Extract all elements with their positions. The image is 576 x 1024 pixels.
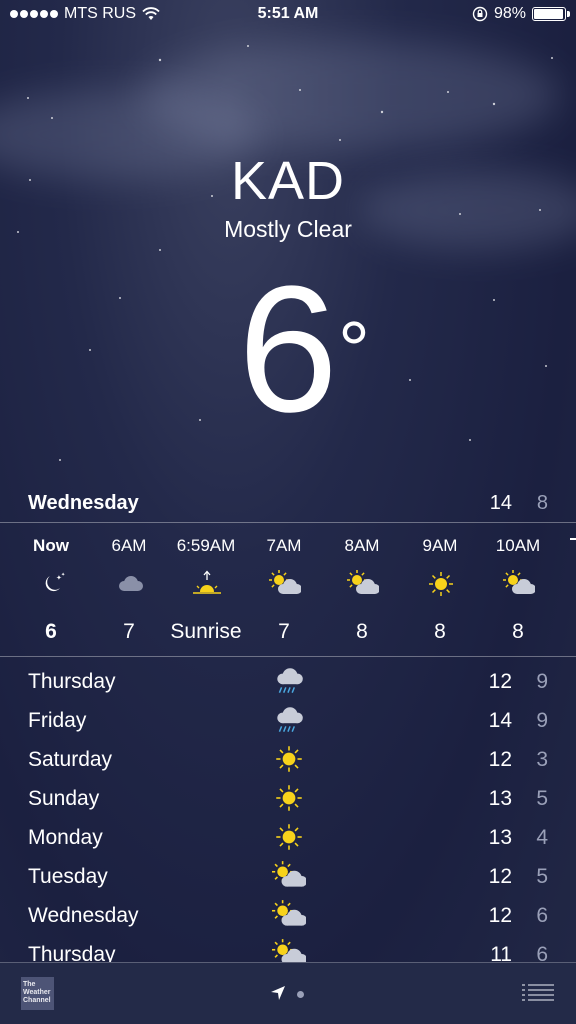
daily-row: Sunday 13 5 (28, 779, 548, 818)
today-summary: Wednesday 14 8 (28, 488, 548, 520)
hourly-forecast[interactable]: Now ✦ ✦ 6 6AM 7 6:59AM Sunrise 7AM 7 8AM… (0, 524, 576, 656)
hourly-value: 7 (278, 620, 290, 643)
status-right: 98% (472, 5, 570, 23)
daily-low: 5 (536, 865, 548, 888)
hourly-value: 8 (356, 620, 368, 643)
partly-cloudy-icon (347, 570, 379, 594)
daily-day: Friday (28, 709, 87, 732)
daily-day: Sunday (28, 787, 100, 810)
sun-icon (276, 746, 302, 772)
daily-row: Wednesday 12 6 (28, 896, 548, 935)
daily-row: Thursday 11 6 (28, 935, 548, 962)
bottom-toolbar: The Weather Channel (0, 962, 576, 1024)
daily-low: 3 (536, 748, 548, 771)
hourly-value: Sunrise (170, 620, 242, 643)
daily-low: 6 (536, 943, 548, 962)
partly-cloudy-icon (503, 570, 535, 594)
daily-day: Thursday (28, 670, 116, 693)
today-day: Wednesday (28, 492, 139, 514)
hourly-time: 6:59AM (176, 536, 236, 555)
daily-forecast[interactable]: Thursday 12 9 Friday 14 9 Saturday 12 3 … (28, 662, 548, 962)
daily-high: 12 (488, 904, 512, 927)
daily-row: Thursday 12 9 (28, 662, 548, 701)
moon-stars-icon: ✦ ✦ (45, 572, 65, 592)
weather-channel-logo[interactable]: The Weather Channel (21, 977, 54, 1010)
hourly-value: 8 (512, 620, 524, 643)
partly-cloudy-icon (272, 900, 306, 926)
daily-day: Wednesday (28, 904, 139, 927)
hourly-time: 10AM (495, 536, 541, 555)
status-bar: MTS RUS 5:51 AM 98% (0, 0, 576, 30)
daily-day: Thursday (28, 943, 116, 962)
divider (0, 522, 576, 523)
hourly-time: 7AM (266, 536, 302, 555)
sun-icon (276, 824, 302, 850)
sun-icon (429, 572, 453, 596)
hourly-time: 9AM (422, 536, 458, 555)
daily-low: 9 (536, 670, 548, 693)
daily-high: 11 (490, 943, 512, 962)
rain-icon (277, 707, 303, 732)
daily-day: Saturday (28, 748, 113, 771)
daily-high: 14 (488, 709, 512, 732)
partly-cloudy-icon (272, 939, 306, 962)
today-high: 14 (489, 492, 512, 514)
today-low: 8 (536, 492, 548, 514)
location-arrow-icon[interactable] (270, 985, 286, 1001)
divider (0, 656, 576, 657)
daily-row: Saturday 12 3 (28, 740, 548, 779)
rain-icon (277, 668, 303, 693)
daily-high: 13 (488, 826, 512, 849)
weather-condition: Mostly Clear (224, 216, 352, 242)
partly-cloudy-icon (269, 570, 301, 594)
daily-low: 9 (536, 709, 548, 732)
daily-high: 12 (488, 670, 512, 693)
daily-high: 12 (488, 865, 512, 888)
daily-row: Friday 14 9 (28, 701, 548, 740)
degree-symbol: ° (338, 305, 370, 394)
scroll-indicator (570, 538, 576, 540)
hourly-value: 8 (434, 620, 446, 643)
svg-text:✦: ✦ (61, 572, 65, 578)
current-temperature: 6 ° (0, 260, 576, 440)
daily-high: 12 (488, 748, 512, 771)
list-icon[interactable] (522, 983, 554, 1003)
daily-day: Tuesday (28, 865, 108, 888)
hourly-value: 6 (45, 620, 57, 643)
battery-icon (532, 7, 570, 21)
hourly-time: Now (33, 536, 69, 555)
daily-row: Monday 13 4 (28, 818, 548, 857)
daily-row: Tuesday 12 5 (28, 857, 548, 896)
daily-low: 4 (536, 826, 548, 849)
rotation-lock-icon (472, 6, 488, 22)
daily-high: 13 (488, 787, 512, 810)
sun-icon (276, 785, 302, 811)
cloud-icon (119, 576, 143, 591)
partly-cloudy-icon (272, 861, 306, 887)
page-indicator-dot[interactable] (297, 991, 304, 998)
daily-low: 5 (536, 787, 548, 810)
sunrise-icon (193, 570, 221, 594)
temperature-value: 6 (237, 249, 339, 450)
city-name: KAD (230, 151, 346, 211)
daily-low: 6 (536, 904, 548, 927)
daily-day: Monday (28, 826, 103, 849)
hourly-time: 8AM (344, 536, 380, 555)
battery-percent: 98% (493, 5, 526, 22)
